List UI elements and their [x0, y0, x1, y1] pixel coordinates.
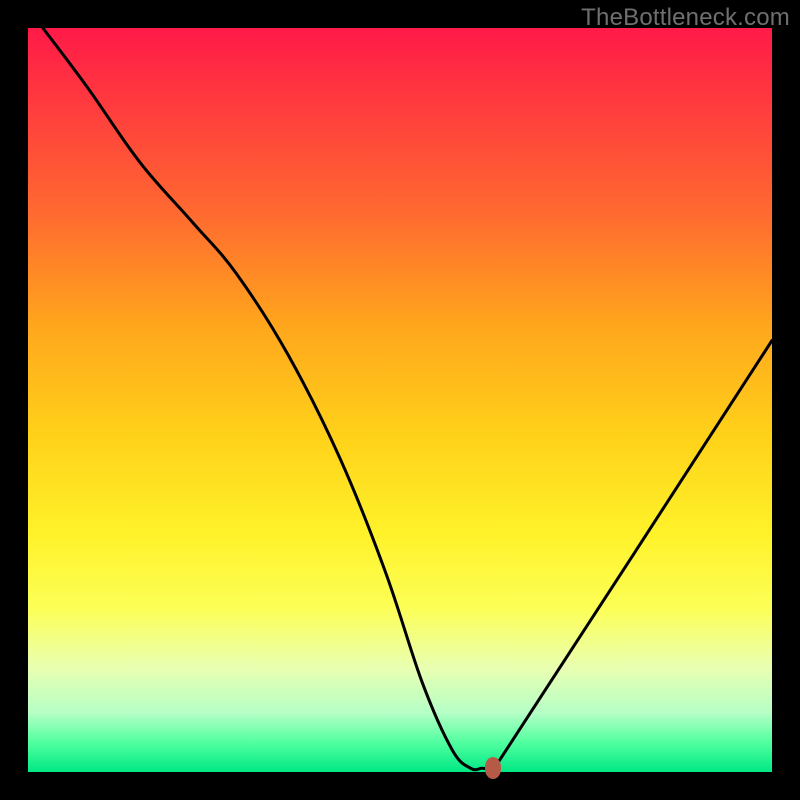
optimal-point-marker — [485, 757, 501, 779]
plot-area — [28, 28, 772, 772]
chart-frame: TheBottleneck.com — [0, 0, 800, 800]
bottleneck-curve-path — [43, 28, 772, 800]
curve-svg — [28, 28, 772, 772]
